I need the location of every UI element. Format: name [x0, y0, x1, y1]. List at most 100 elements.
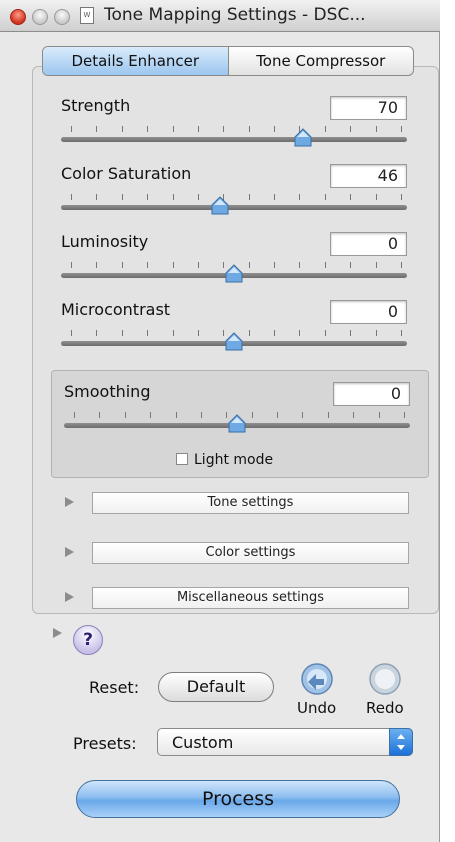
- slider-tick: [324, 262, 326, 268]
- tone-settings-disclosure-icon[interactable]: [63, 496, 75, 508]
- slider-tick: [197, 262, 199, 268]
- tab-details-enhancer[interactable]: Details Enhancer: [43, 47, 229, 75]
- slider-tick: [277, 412, 279, 418]
- slider-tick: [350, 262, 352, 268]
- slider-tick: [375, 126, 377, 132]
- slider-tick: [248, 126, 250, 132]
- microcontrast-value-field[interactable]: 0: [330, 300, 407, 324]
- slider-tick: [401, 330, 402, 336]
- up-down-arrows-icon: [397, 734, 405, 750]
- redo-icon[interactable]: [368, 662, 402, 696]
- method-tabs: Details Enhancer Tone Compressor: [42, 46, 414, 76]
- color-settings-section[interactable]: Color settings: [92, 542, 409, 564]
- luminosity-slider-row: Luminosity 0: [61, 232, 407, 298]
- miscellaneous-settings-section[interactable]: Miscellaneous settings: [92, 587, 409, 609]
- microcontrast-label: Microcontrast: [61, 300, 171, 319]
- presets-selected-value: Custom: [172, 733, 234, 752]
- slider-tick: [375, 262, 377, 268]
- slider-tick: [147, 194, 149, 200]
- strength-label: Strength: [61, 96, 131, 115]
- color-saturation-slider-row: Color Saturation 46: [61, 164, 407, 230]
- smoothing-slider-thumb[interactable]: [227, 414, 247, 434]
- presets-label: Presets:: [73, 734, 137, 753]
- tone-mapping-window: W Tone Mapping Settings - DSC... Details…: [0, 0, 440, 842]
- presets-select[interactable]: Custom: [157, 728, 413, 756]
- slider-tick: [375, 330, 377, 336]
- microcontrast-slider-thumb[interactable]: [224, 332, 244, 352]
- slider-tick: [121, 126, 123, 132]
- slider-tick: [251, 412, 253, 418]
- close-window-button[interactable]: [10, 9, 26, 25]
- color-saturation-slider-thumb[interactable]: [210, 196, 230, 216]
- zoom-window-button[interactable]: [54, 9, 70, 25]
- tab-tone-compressor[interactable]: Tone Compressor: [229, 47, 414, 75]
- strength-ticks: [71, 126, 402, 132]
- slider-tick: [248, 330, 250, 336]
- slider-tick: [274, 330, 276, 336]
- slider-tick: [299, 330, 301, 336]
- slider-tick: [99, 412, 101, 418]
- color-saturation-value-field[interactable]: 46: [330, 164, 407, 188]
- window-title: Tone Mapping Settings - DSC...: [104, 5, 366, 25]
- luminosity-slider-thumb[interactable]: [224, 264, 244, 284]
- slider-tick: [197, 126, 199, 132]
- strength-value-field[interactable]: 70: [330, 96, 407, 120]
- color-saturation-ticks: [71, 194, 402, 200]
- slider-tick: [172, 330, 174, 336]
- undo-icon[interactable]: [300, 662, 334, 696]
- slider-tick: [147, 126, 149, 132]
- slider-tick: [96, 194, 98, 200]
- slider-tick: [302, 412, 304, 418]
- minimize-window-button[interactable]: [32, 9, 48, 25]
- help-button[interactable]: ?: [73, 625, 103, 655]
- color-saturation-track[interactable]: [61, 205, 407, 210]
- strength-slider-thumb[interactable]: [293, 128, 313, 148]
- slider-tick: [200, 412, 202, 418]
- undo-label: Undo: [297, 699, 337, 717]
- light-mode-checkbox[interactable]: [176, 453, 188, 465]
- slider-tick: [147, 262, 149, 268]
- slider-tick: [223, 126, 225, 132]
- miscellaneous-settings-disclosure-icon[interactable]: [63, 591, 75, 603]
- slider-tick: [404, 412, 405, 418]
- slider-tick: [350, 126, 352, 132]
- slider-tick: [353, 412, 355, 418]
- slider-tick: [96, 262, 98, 268]
- color-saturation-label: Color Saturation: [61, 164, 192, 183]
- select-arrows-icon[interactable]: [389, 728, 413, 756]
- slider-tick: [71, 126, 72, 132]
- title-bar[interactable]: W Tone Mapping Settings - DSC...: [0, 0, 440, 32]
- strength-track[interactable]: [61, 137, 407, 142]
- tone-settings-section[interactable]: Tone settings: [92, 492, 409, 514]
- light-mode-option[interactable]: Light mode: [176, 452, 273, 468]
- expand-disclosure-icon[interactable]: [51, 627, 63, 639]
- slider-tick: [274, 262, 276, 268]
- slider-tick: [299, 194, 301, 200]
- process-button[interactable]: Process: [76, 780, 400, 818]
- document-icon: W: [80, 7, 94, 24]
- slider-tick: [121, 330, 123, 336]
- slider-tick: [121, 262, 123, 268]
- color-settings-disclosure-icon[interactable]: [63, 546, 75, 558]
- slider-tick: [124, 412, 126, 418]
- slider-tick: [147, 330, 149, 336]
- slider-tick: [172, 262, 174, 268]
- smoothing-value-field[interactable]: 0: [333, 382, 410, 406]
- luminosity-value-field[interactable]: 0: [330, 232, 407, 256]
- strength-slider-row: Strength 70: [61, 96, 407, 162]
- slider-tick: [327, 412, 329, 418]
- light-mode-label: Light mode: [194, 452, 274, 468]
- default-button[interactable]: Default: [158, 672, 274, 702]
- slider-tick: [401, 262, 402, 268]
- slider-tick: [324, 330, 326, 336]
- slider-tick: [150, 412, 152, 418]
- slider-tick: [74, 412, 75, 418]
- slider-tick: [378, 412, 380, 418]
- slider-tick: [401, 126, 402, 132]
- slider-tick: [197, 194, 199, 200]
- slider-tick: [299, 262, 301, 268]
- slider-tick: [274, 126, 276, 132]
- slider-tick: [71, 262, 72, 268]
- slider-tick: [96, 126, 98, 132]
- smoothing-slider-row: Smoothing 0: [64, 382, 410, 448]
